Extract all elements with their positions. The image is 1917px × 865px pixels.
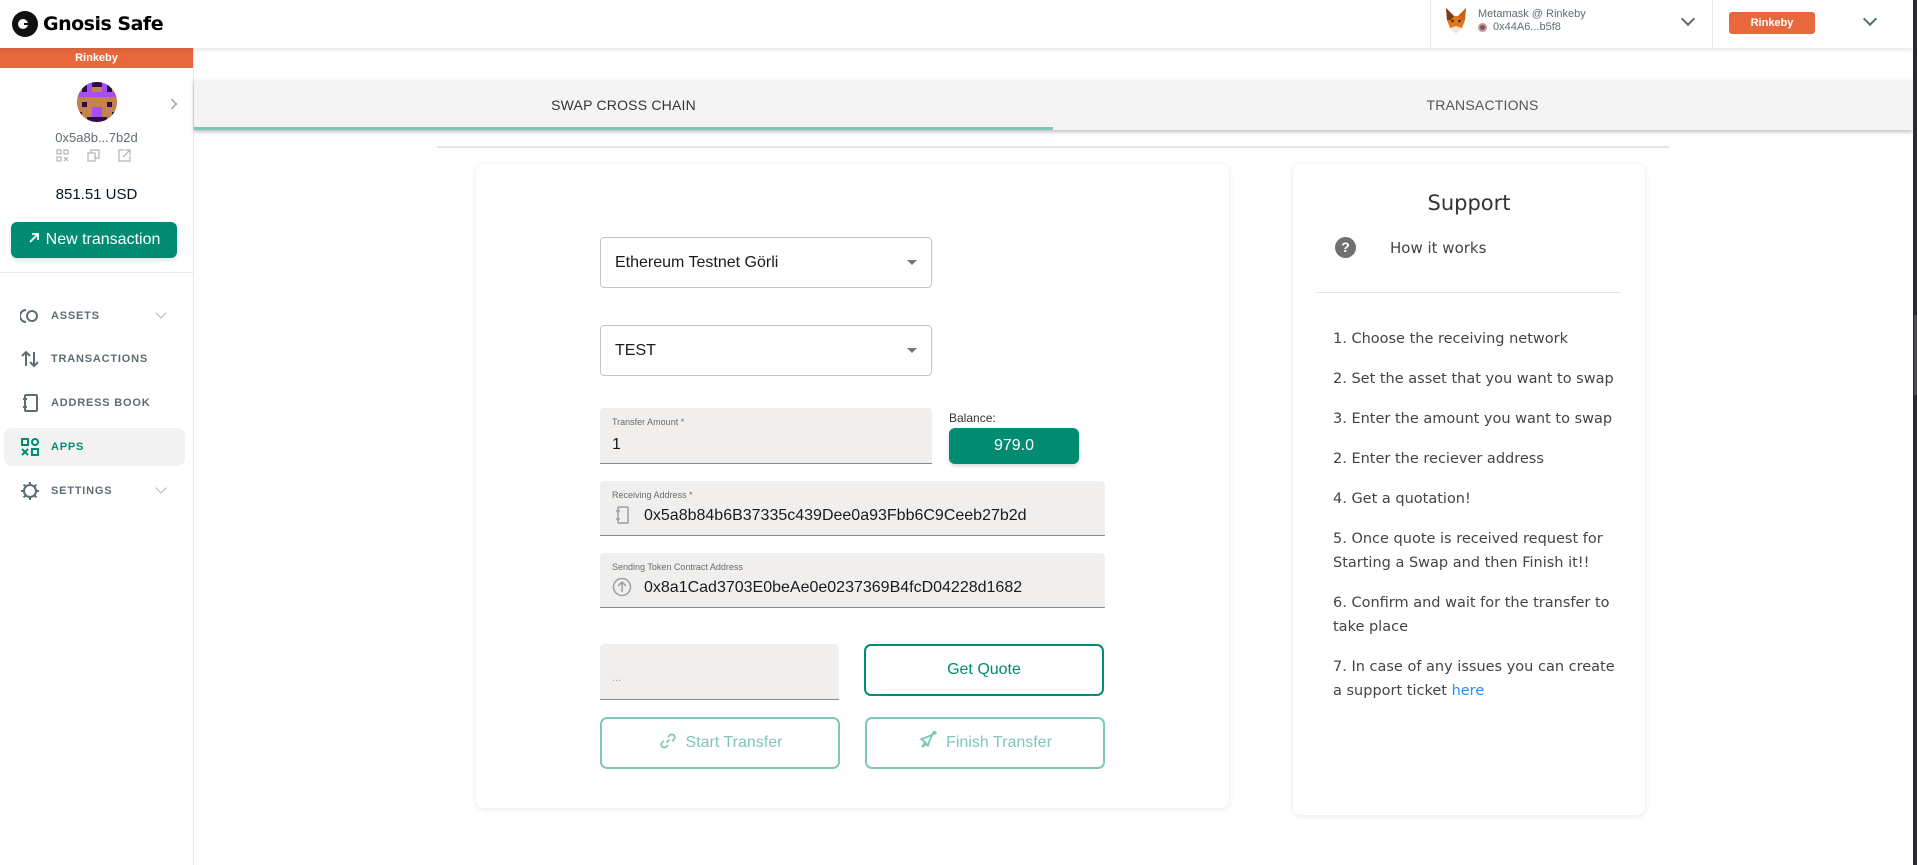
balance-label: Balance: <box>949 411 996 425</box>
wallet-identicon-icon <box>1478 23 1487 32</box>
support-step: 3. Enter the amount you want to swap <box>1333 411 1613 427</box>
wallet-chevron-down-icon[interactable] <box>1680 11 1696 27</box>
external-link-icon[interactable] <box>118 149 131 162</box>
receiving-address-field[interactable]: Receiving Address * 0x5a8b84b6B37335c439… <box>600 481 1105 536</box>
gnosis-safe-logo[interactable]: Gnosis Safe <box>12 11 164 37</box>
network-chevron-down-icon[interactable] <box>1862 11 1878 27</box>
receiving-address-value: 0x5a8b84b6B37335c439Dee0a93Fbb6C9Ceeb27b… <box>644 507 1027 524</box>
sidebar: Rinkeby 0x5a8b...7b2d 851.51 USD New tra… <box>0 48 194 865</box>
help-question-icon: ? <box>1335 237 1356 258</box>
dropdown-arrow-icon <box>907 260 917 265</box>
settings-gear-icon <box>20 481 40 501</box>
wallet-address: 0x44A6...b5f8 <box>1493 21 1561 33</box>
sending-token-address-value: 0x8a1Cad3703E0beAe0e0237369B4fcD04228d16… <box>644 579 1023 596</box>
support-step: 2. Enter the reciever address <box>1333 451 1544 467</box>
metamask-fox-icon <box>1444 8 1468 34</box>
sidebar-item-transactions[interactable]: TRANSACTIONS <box>4 340 185 378</box>
address-book-icon <box>20 393 40 413</box>
address-book-icon[interactable] <box>614 506 630 529</box>
how-it-works-label: How it works <box>1390 238 1487 257</box>
new-transaction-button[interactable]: New transaction <box>11 222 177 258</box>
token-select-value: TEST <box>615 342 656 359</box>
sidebar-item-address-book[interactable]: ADDRESS BOOK <box>4 384 185 422</box>
safe-details-chevron-right-icon[interactable] <box>166 98 178 110</box>
sidebar-divider <box>0 272 193 273</box>
finish-transfer-button[interactable]: Finish Transfer <box>865 717 1105 769</box>
logo-text: Gnosis Safe <box>43 13 164 35</box>
finish-transfer-label: Finish Transfer <box>946 734 1052 751</box>
network-badge[interactable]: Rinkeby <box>1729 12 1815 34</box>
support-step: 5. Once quote is received request for St… <box>1333 531 1603 571</box>
support-step: 2. Set the asset that you want to swap <box>1333 371 1614 387</box>
sidebar-item-assets[interactable]: ASSETS <box>4 297 185 335</box>
dropdown-arrow-icon <box>907 348 917 353</box>
support-title: Support <box>1427 191 1511 215</box>
get-quote-button[interactable]: Get Quote <box>864 644 1104 696</box>
rocket-icon <box>918 729 938 756</box>
tab-label: SWAP CROSS CHAIN <box>551 97 696 113</box>
sidebar-item-label: ADDRESS BOOK <box>51 397 151 409</box>
safe-address: 0x5a8b...7b2d <box>55 130 138 145</box>
active-tab-indicator <box>194 127 1053 130</box>
transfer-amount-value: 1 <box>612 436 621 453</box>
sidebar-item-label: TRANSACTIONS <box>51 353 148 365</box>
header-divider <box>1430 0 1431 48</box>
support-ticket-link[interactable]: here <box>1452 683 1485 699</box>
transfer-amount-field[interactable]: Transfer Amount * 1 <box>600 408 932 464</box>
balance-value: 979.0 <box>949 428 1079 464</box>
gnosis-logo-icon <box>12 11 38 37</box>
support-step: 1. Choose the receiving network <box>1333 331 1568 347</box>
sidebar-item-settings[interactable]: SETTINGS <box>4 472 185 510</box>
how-it-works-link[interactable]: ? How it works <box>1335 237 1486 258</box>
apps-icon <box>20 437 40 457</box>
sidebar-network-bar: Rinkeby <box>0 48 193 68</box>
chevron-down-icon <box>155 482 167 494</box>
support-divider <box>1317 292 1621 293</box>
window-scrollbar[interactable] <box>1913 0 1917 865</box>
start-transfer-label: Start Transfer <box>685 734 783 751</box>
sidebar-item-apps[interactable]: APPS <box>4 428 185 466</box>
sending-token-address-label: Sending Token Contract Address <box>612 562 743 572</box>
tab-transactions[interactable]: TRANSACTIONS <box>1053 80 1912 130</box>
transfer-amount-label: Transfer Amount * <box>612 417 685 427</box>
network-select-value: Ethereum Testnet Görli <box>615 254 779 271</box>
support-card: Support ? How it works 1. Choose the rec… <box>1293 164 1645 815</box>
arrow-up-right-icon <box>28 231 40 249</box>
top-header: Gnosis Safe Metamask @ Rinkeby 0x44A6...… <box>0 0 1913 48</box>
quote-placeholder: ... <box>612 672 622 684</box>
wallet-provider-label: Metamask @ Rinkeby <box>1478 8 1586 20</box>
transactions-arrows-icon <box>20 349 40 369</box>
content-divider <box>437 146 1669 148</box>
arrow-up-circle-icon <box>612 577 632 602</box>
network-select[interactable]: Ethereum Testnet Görli <box>600 237 932 288</box>
sending-token-address-field[interactable]: Sending Token Contract Address 0x8a1Cad3… <box>600 553 1105 608</box>
support-step: 4. Get a quotation! <box>1333 491 1471 507</box>
link-icon <box>658 731 678 756</box>
sidebar-item-label: SETTINGS <box>51 485 113 497</box>
safe-balance: 851.51 USD <box>55 186 138 203</box>
new-transaction-label: New transaction <box>45 231 161 248</box>
quote-result-field[interactable]: ... <box>600 644 839 700</box>
start-transfer-button[interactable]: Start Transfer <box>600 717 840 769</box>
sidebar-item-label: ASSETS <box>51 310 100 322</box>
tab-swap-cross-chain[interactable]: SWAP CROSS CHAIN <box>194 80 1053 130</box>
wallet-connection[interactable]: Metamask @ Rinkeby 0x44A6...b5f8 <box>1444 8 1586 34</box>
tab-label: TRANSACTIONS <box>1426 97 1539 113</box>
copy-icon[interactable] <box>87 149 100 162</box>
header-divider <box>1712 0 1713 48</box>
swap-form-card: Ethereum Testnet Görli TEST Transfer Amo… <box>476 164 1229 808</box>
assets-icon <box>19 306 40 326</box>
sidebar-item-label: APPS <box>51 441 85 453</box>
support-steps: 1. Choose the receiving network 2. Set t… <box>1333 327 1623 719</box>
qr-code-icon[interactable] <box>56 149 69 162</box>
app-tabs: SWAP CROSS CHAIN TRANSACTIONS <box>194 80 1913 130</box>
safe-avatar <box>77 82 117 122</box>
support-step-last: 7. In case of any issues you can create … <box>1333 655 1623 703</box>
support-step: 6. Confirm and wait for the transfer to … <box>1333 595 1610 635</box>
chevron-down-icon <box>155 307 167 319</box>
receiving-address-label: Receiving Address * <box>612 490 693 500</box>
token-select[interactable]: TEST <box>600 325 932 376</box>
get-quote-label: Get Quote <box>947 661 1021 678</box>
